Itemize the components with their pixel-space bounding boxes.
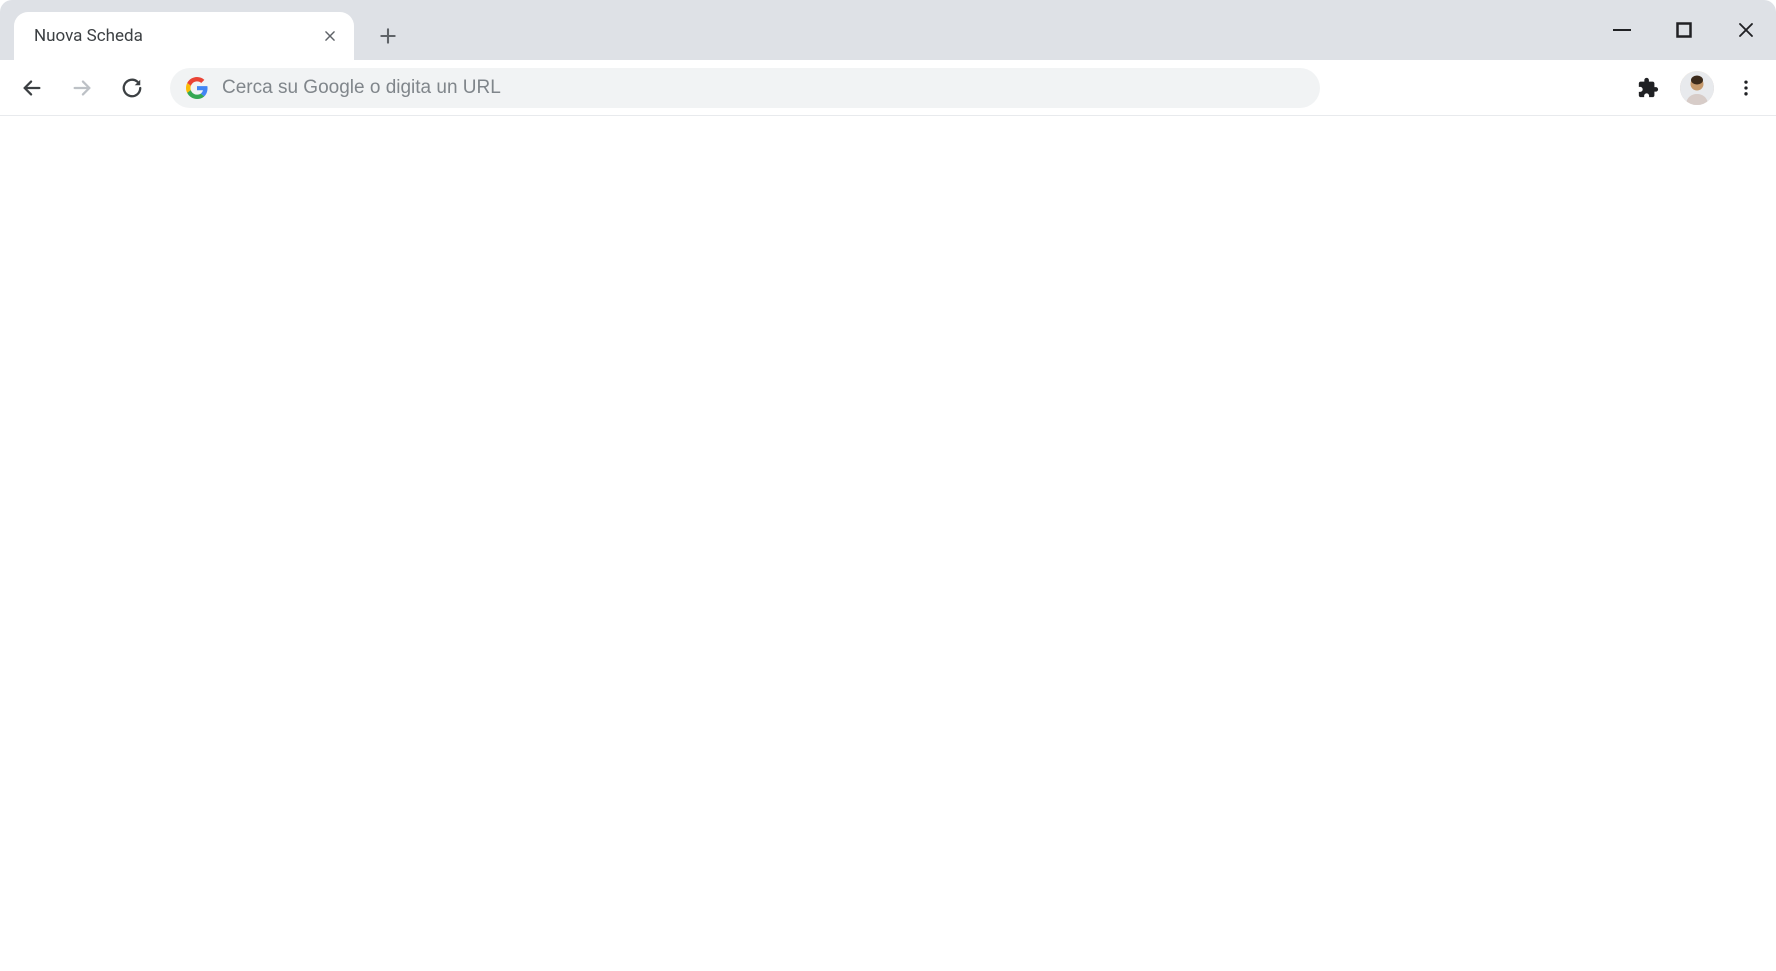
close-tab-button[interactable] <box>320 26 340 46</box>
avatar-icon <box>1680 71 1714 105</box>
maximize-window-button[interactable] <box>1662 8 1706 52</box>
minimize-icon <box>1613 29 1631 31</box>
profile-avatar-button[interactable] <box>1680 71 1714 105</box>
puzzle-piece-icon <box>1637 77 1659 99</box>
address-search-input[interactable] <box>222 77 1304 99</box>
main-menu-button[interactable] <box>1728 70 1764 106</box>
extensions-button[interactable] <box>1630 70 1666 106</box>
minimize-window-button[interactable] <box>1600 8 1644 52</box>
tab-strip: Nuova Scheda <box>0 0 1776 60</box>
toolbar <box>0 60 1776 116</box>
reload-icon <box>121 77 143 99</box>
back-button[interactable] <box>12 68 52 108</box>
arrow-left-icon <box>21 77 43 99</box>
plus-icon <box>378 26 398 46</box>
omnibox[interactable] <box>170 68 1320 108</box>
forward-button[interactable] <box>62 68 102 108</box>
new-tab-button[interactable] <box>368 16 408 56</box>
tab-title: Nuova Scheda <box>34 26 320 46</box>
browser-window: Nuova Scheda <box>0 0 1776 971</box>
close-icon <box>1737 21 1755 39</box>
maximize-icon <box>1676 22 1692 38</box>
reload-button[interactable] <box>112 68 152 108</box>
google-g-icon <box>186 77 208 99</box>
arrow-right-icon <box>71 77 93 99</box>
page-content <box>0 116 1776 971</box>
close-window-button[interactable] <box>1724 8 1768 52</box>
browser-tab[interactable]: Nuova Scheda <box>14 12 354 60</box>
close-icon <box>323 29 337 43</box>
window-controls <box>1600 0 1768 60</box>
toolbar-right <box>1630 70 1764 106</box>
more-vertical-icon <box>1736 78 1756 98</box>
